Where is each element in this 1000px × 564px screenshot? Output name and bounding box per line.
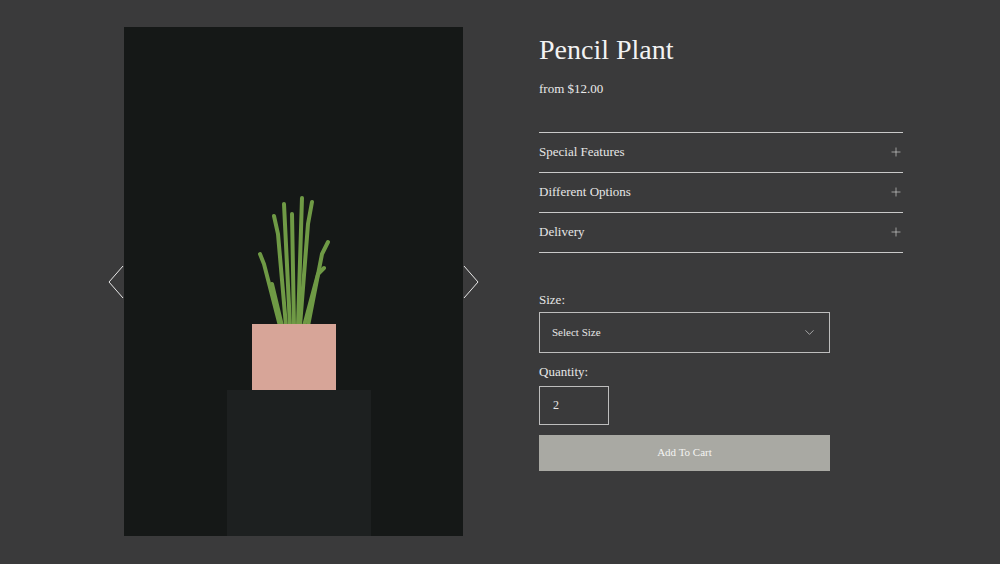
next-arrow-icon[interactable] — [463, 265, 479, 299]
plus-icon — [889, 225, 903, 239]
product-details: Pencil Plant from $12.00 Special Features D… — [539, 27, 903, 471]
size-label: Size: — [539, 291, 903, 309]
plus-icon — [889, 145, 903, 159]
previous-arrow-icon[interactable] — [108, 265, 124, 299]
plant-icon — [252, 194, 336, 326]
size-select[interactable]: Select Size — [539, 312, 830, 353]
plant-pot — [252, 324, 336, 390]
accordion-label: Special Features — [539, 142, 625, 162]
accordion-item[interactable]: Different Options — [539, 173, 903, 213]
quantity-value: 2 — [553, 396, 559, 414]
accordion: Special Features Different Options Deliver… — [539, 132, 903, 253]
accordion-item[interactable]: Delivery — [539, 213, 903, 253]
accordion-label: Delivery — [539, 222, 584, 242]
product-page: Pencil Plant from $12.00 Special Features D… — [0, 0, 1000, 564]
product-price: from $12.00 — [539, 79, 903, 99]
size-placeholder: Select Size — [552, 324, 601, 341]
accordion-label: Different Options — [539, 182, 631, 202]
product-gallery — [108, 27, 479, 536]
quantity-input[interactable]: 2 — [539, 386, 609, 425]
accordion-item[interactable]: Special Features — [539, 133, 903, 173]
chevron-down-icon — [802, 325, 817, 340]
add-to-cart-button[interactable]: Add To Cart — [539, 435, 830, 471]
plus-icon — [889, 185, 903, 199]
pedestal — [227, 390, 371, 536]
product-title: Pencil Plant — [539, 33, 903, 67]
quantity-label: Quantity: — [539, 363, 903, 381]
product-photo — [124, 27, 463, 536]
